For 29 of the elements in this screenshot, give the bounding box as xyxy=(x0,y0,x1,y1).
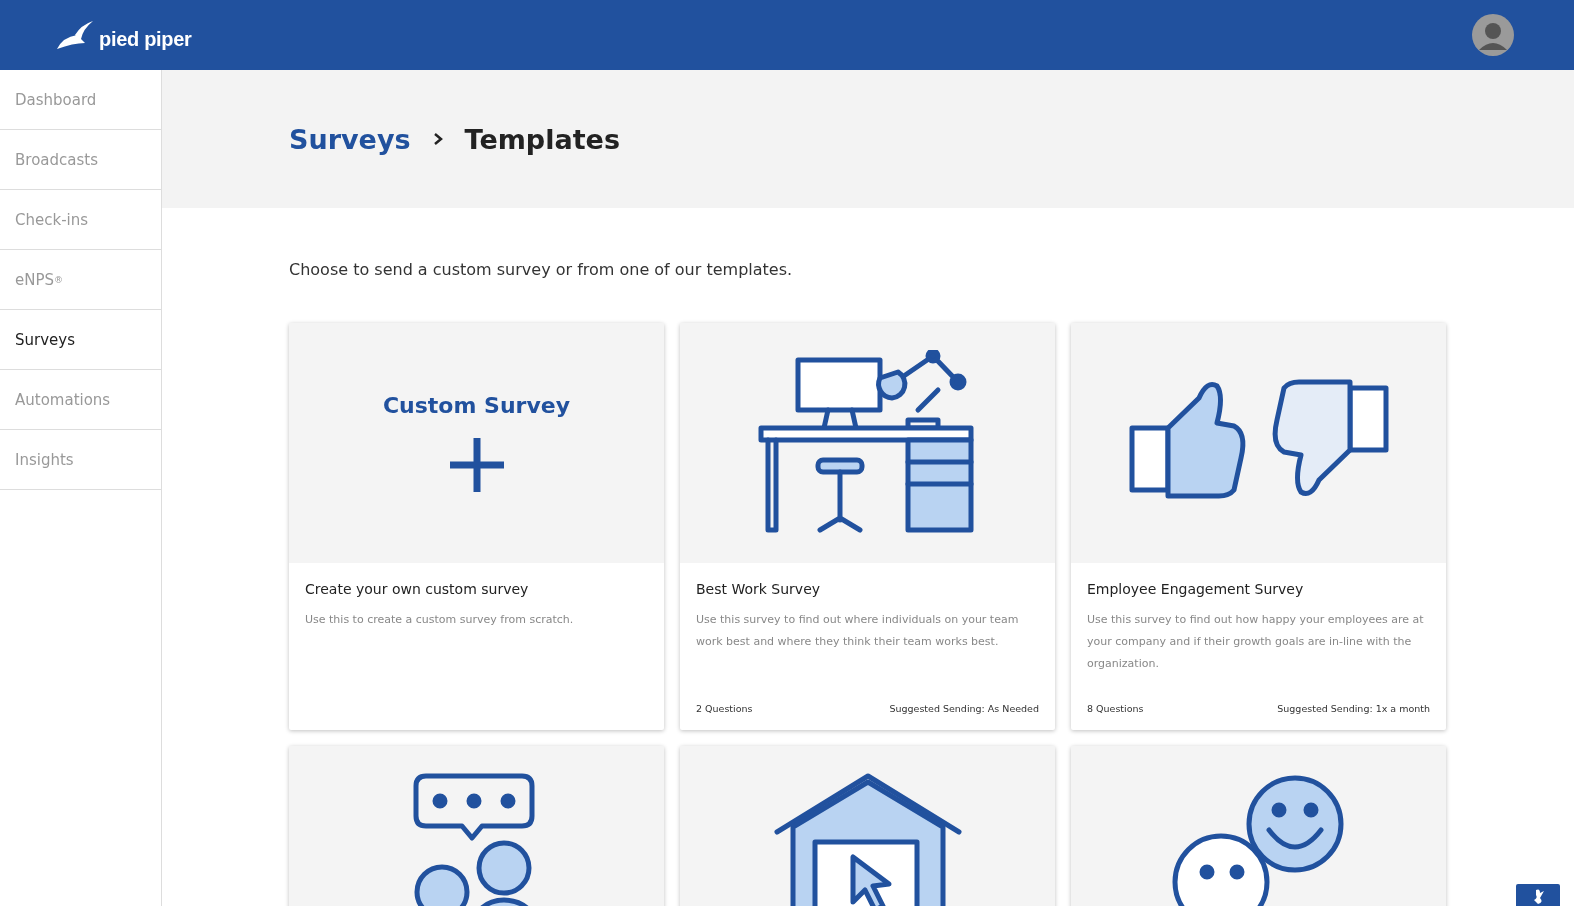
card-heading: Custom Survey xyxy=(382,392,571,418)
question-count: 2 Questions xyxy=(696,703,753,714)
card-title: Best Work Survey xyxy=(696,581,822,597)
page-title: Templates xyxy=(464,123,620,155)
card-title: Create your own custom survey xyxy=(305,581,530,597)
breadcrumb-link[interactable]: Surveys xyxy=(289,123,411,155)
template-card[interactable] xyxy=(1071,323,1446,730)
suggested-sending: Suggested Sending: 1x a month xyxy=(1277,703,1430,714)
sidebar-item[interactable]: Automations xyxy=(0,370,161,430)
plus-icon xyxy=(447,435,506,494)
suggested-sending: Suggested Sending: As Needed xyxy=(889,703,1039,714)
sidebar-item[interactable]: eNPS$^{®}$ xyxy=(0,250,161,310)
user-avatar[interactable] xyxy=(1472,14,1514,56)
sidebar-item[interactable]: Insights xyxy=(0,430,161,490)
logo-text: pied piper xyxy=(99,28,192,51)
sidebar-item[interactable]: Broadcasts xyxy=(0,130,161,190)
card-description: Use this survey to find out how happy your employees are at your company and if their growth goals are in-line with the organization. xyxy=(1087,612,1425,672)
question-count: 8 Questions xyxy=(1087,703,1144,714)
sidebar-item[interactable]: Surveys xyxy=(0,310,161,370)
template-card[interactable]: Best Work Survey Use this survey to find out where individuals on your team work best and where they think their team works best. 2 Questions Suggested Sending: As Needed xyxy=(680,323,1055,730)
help-button[interactable] xyxy=(1516,884,1560,906)
intro-text: Choose to send a custom survey or from one of our templates. xyxy=(289,260,794,279)
sidebar-item[interactable]: Check-ins xyxy=(0,190,161,250)
card-description: Use this survey to find out where individuals on your team work best and where they think their team works best. xyxy=(696,612,1020,650)
chevron-right-icon xyxy=(432,132,443,146)
card-title: Employee Engagement Survey xyxy=(1087,581,1305,597)
custom-survey-card[interactable]: Custom Survey Create your own custom survey Use this to create a custom survey from scratch. xyxy=(289,323,664,730)
card-description: Use this to create a custom survey from scratch. xyxy=(305,612,575,628)
sidebar-item[interactable]: Dashboard xyxy=(0,70,161,130)
